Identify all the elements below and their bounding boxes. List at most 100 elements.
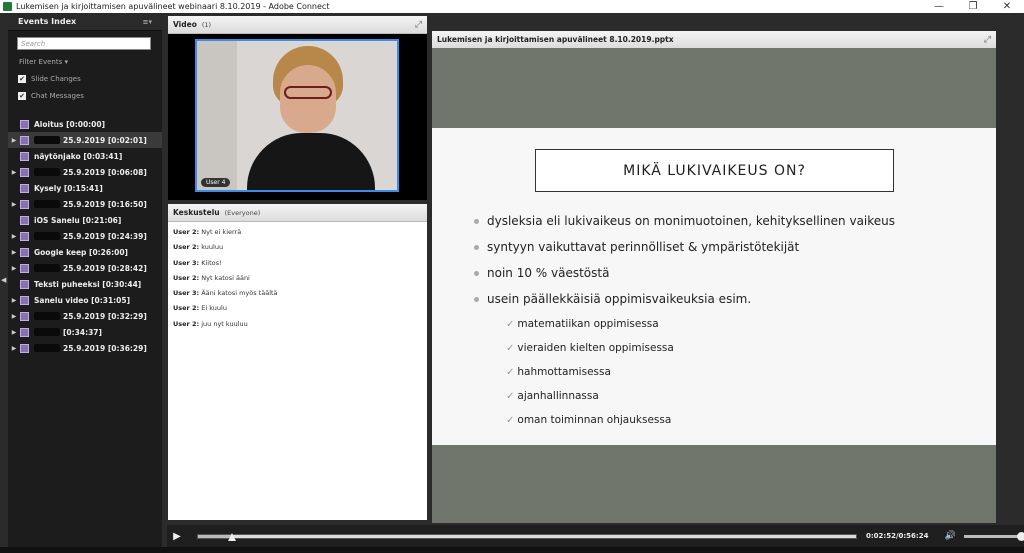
search-input[interactable]: Search bbox=[17, 37, 151, 50]
redacted-text bbox=[34, 136, 60, 144]
sub-bullet-text: hahmottamisessa bbox=[517, 366, 611, 378]
checkbox-icon[interactable]: ✔ bbox=[18, 75, 26, 83]
event-label: iOS Sanelu [0:21:06] bbox=[34, 215, 122, 225]
slide-event-icon bbox=[20, 151, 29, 161]
event-label: 25.9.2019 [0:06:08] bbox=[63, 167, 147, 177]
expand-arrow-icon[interactable]: ▶ bbox=[8, 201, 20, 208]
expand-arrow-icon[interactable]: ▶ bbox=[8, 233, 20, 240]
events-list: Aloitus [0:00:00] ▶ 25.9.2019 [0:02:01] näy… bbox=[8, 116, 162, 356]
expand-arrow-icon[interactable]: ▶ bbox=[8, 313, 20, 320]
sub-bullet-text: ajanhallinnassa bbox=[517, 390, 599, 402]
event-item[interactable]: ▶ [0:34:37] bbox=[8, 324, 162, 340]
panel-menu-icon[interactable]: ≡▾ bbox=[143, 18, 152, 26]
slide-bullet: usein päällekkäisiä oppimisvaikeuksia es… bbox=[474, 286, 895, 312]
event-item[interactable]: ▶ Google keep [0:26:00] bbox=[8, 244, 162, 260]
event-item[interactable]: ▶ 25.9.2019 [0:32:29] bbox=[8, 308, 162, 324]
checkmark-icon: ✓ bbox=[506, 318, 515, 330]
minimize-button[interactable]: — bbox=[922, 0, 956, 13]
event-label: Aloitus [0:00:00] bbox=[34, 119, 106, 129]
chat-messages: User 2: Nyt ei kierrä User 2: kuuluu User … bbox=[168, 222, 427, 520]
event-item[interactable]: ▶ 25.9.2019 [0:02:01] bbox=[8, 132, 162, 148]
chat-message: User 2: Nyt ei kierrä bbox=[173, 228, 422, 243]
expand-arrow-icon[interactable]: ▶ bbox=[8, 297, 20, 304]
event-label: 25.9.2019 [0:32:29] bbox=[63, 311, 147, 321]
event-item[interactable]: Aloitus [0:00:00] bbox=[8, 116, 162, 132]
expand-arrow-icon[interactable]: ▶ bbox=[8, 329, 20, 336]
event-item[interactable]: Kysely [0:15:41] bbox=[8, 180, 162, 196]
expand-icon[interactable]: ⤢ bbox=[984, 35, 991, 45]
chat-text: Nyt ei kierrä bbox=[201, 228, 242, 236]
chat-message: User 2: Nyt katosi ääni bbox=[173, 274, 422, 289]
chat-message: User 2: Ei kuulu bbox=[173, 304, 422, 319]
expand-icon[interactable]: ⤢ bbox=[415, 20, 422, 30]
panel-splitter[interactable] bbox=[163, 13, 167, 547]
play-button[interactable]: ▶ bbox=[167, 531, 187, 542]
checkmark-icon: ✓ bbox=[506, 342, 515, 354]
event-item[interactable]: ▶ 25.9.2019 [0:24:39] bbox=[8, 228, 162, 244]
chat-message: User 2: juu nyt kuuluu bbox=[173, 320, 422, 335]
volume-icon[interactable]: 🔊 bbox=[944, 531, 955, 541]
event-label: Teksti puheeksi [0:30:44] bbox=[34, 279, 142, 289]
video-pod: Video (1) ⤢ User 4 bbox=[168, 16, 427, 200]
slide-sub-bullet: ✓ hahmottamisessa bbox=[474, 360, 895, 384]
event-item[interactable]: näytönjako [0:03:41] bbox=[8, 148, 162, 164]
filter-events-dropdown[interactable]: Filter Events ▾ bbox=[19, 58, 162, 66]
slide-event-icon bbox=[20, 167, 29, 177]
checkbox-label: Slide Changes bbox=[31, 75, 81, 83]
expand-arrow-icon[interactable]: ▶ bbox=[8, 265, 20, 272]
expand-arrow-icon[interactable]: ▶ bbox=[8, 137, 20, 144]
seek-bar[interactable] bbox=[197, 532, 857, 541]
slide-sub-bullet: ✓ oman toiminnan ohjauksessa bbox=[474, 408, 895, 432]
event-item[interactable]: ▶ 25.9.2019 [0:06:08] bbox=[8, 164, 162, 180]
event-item[interactable]: ▶ 25.9.2019 [0:28:42] bbox=[8, 260, 162, 276]
event-label: Sanelu video [0:31:05] bbox=[34, 295, 131, 305]
event-label: Kysely [0:15:41] bbox=[34, 183, 103, 193]
checkbox-icon[interactable]: ✔ bbox=[18, 92, 26, 100]
redacted-text bbox=[34, 168, 60, 176]
volume-slider[interactable] bbox=[963, 531, 1024, 541]
slide-event-icon bbox=[20, 247, 29, 257]
chat-pod: Keskustelu (Everyone) User 2: Nyt ei kie… bbox=[168, 204, 427, 520]
chat-message: User 3: Kiitos! bbox=[173, 259, 422, 274]
video-count: (1) bbox=[201, 20, 212, 29]
redacted-text bbox=[34, 344, 60, 352]
chat-text: kuuluu bbox=[201, 243, 224, 252]
seek-handle[interactable] bbox=[227, 532, 236, 541]
webcam-feed[interactable]: User 4 bbox=[195, 39, 399, 192]
maximize-button[interactable]: ❐ bbox=[956, 0, 990, 13]
presenter-body bbox=[247, 133, 375, 190]
slide-event-icon bbox=[20, 199, 29, 209]
chat-user: User 2: bbox=[173, 273, 200, 282]
event-item[interactable]: ▶ Sanelu video [0:31:05] bbox=[8, 292, 162, 308]
adobe-connect-icon bbox=[3, 2, 12, 11]
volume-handle[interactable] bbox=[1016, 531, 1024, 541]
event-label: 25.9.2019 [0:24:39] bbox=[63, 231, 147, 241]
event-label: 25.9.2019 [0:36:29] bbox=[63, 343, 147, 353]
expand-arrow-icon[interactable]: ▶ bbox=[8, 345, 20, 352]
bullet-text: syntyyn vaikuttavat perinnölliset & ympä… bbox=[487, 240, 800, 254]
expand-arrow-icon[interactable]: ▶ bbox=[8, 249, 20, 256]
chat-message: User 3: Ääni katosi myös täältä bbox=[173, 289, 422, 304]
bullet-text: noin 10 % väestöstä bbox=[487, 266, 610, 280]
event-label: 25.9.2019 [0:02:01] bbox=[63, 135, 147, 145]
event-item[interactable]: iOS Sanelu [0:21:06] bbox=[8, 212, 162, 228]
close-button[interactable]: ✕ bbox=[990, 0, 1024, 13]
playback-time: 0:02:52/0:56:24 bbox=[866, 532, 929, 540]
event-item[interactable]: ▶ 25.9.2019 [0:16:50] bbox=[8, 196, 162, 212]
event-item[interactable]: ▶ 25.9.2019 [0:36:29] bbox=[8, 340, 162, 356]
chat-user: User 2: bbox=[173, 243, 200, 252]
event-item[interactable]: Teksti puheeksi [0:30:44] bbox=[8, 276, 162, 292]
slide-event-icon bbox=[20, 215, 29, 225]
slide-event-icon bbox=[20, 135, 29, 145]
events-index-header: Events Index ≡▾ bbox=[8, 13, 162, 31]
bullet-dot-icon bbox=[474, 218, 479, 224]
chat-message: User 2: kuuluu bbox=[173, 243, 422, 258]
collapse-sidebar-icon[interactable]: ◀ bbox=[1, 276, 6, 284]
expand-arrow-icon[interactable]: ▶ bbox=[8, 169, 20, 176]
sub-bullet-text: matematiikan oppimisessa bbox=[517, 318, 659, 330]
slide-changes-checkbox[interactable]: ✔ Slide Changes bbox=[18, 75, 162, 83]
chat-text: Kiitos! bbox=[201, 258, 222, 267]
seek-progress bbox=[198, 534, 232, 538]
chat-messages-checkbox[interactable]: ✔ Chat Messages bbox=[18, 92, 162, 100]
bullet-dot-icon bbox=[474, 270, 479, 276]
